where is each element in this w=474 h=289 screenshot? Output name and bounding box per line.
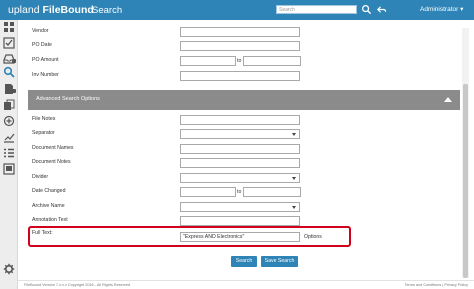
- grid-icon[interactable]: [3, 21, 15, 33]
- page-title: Search: [92, 5, 123, 16]
- document-badge: [12, 89, 16, 93]
- tray-badge: [12, 59, 16, 63]
- field-label-inv-number: Inv Number: [32, 72, 59, 78]
- plus-circle-icon[interactable]: [3, 115, 15, 127]
- date-changed-to-input[interactable]: [243, 187, 301, 197]
- gear-icon[interactable]: [3, 263, 15, 275]
- checklist-icon[interactable]: [3, 37, 15, 49]
- field-label-annotation-text: Annotation Text: [32, 217, 68, 223]
- sidebar: [0, 20, 18, 289]
- stamp-icon[interactable]: [3, 163, 15, 175]
- field-label-document-names: Document Names: [32, 145, 74, 151]
- chevron-down-icon: ▾: [460, 6, 464, 13]
- search-icon[interactable]: [3, 66, 15, 78]
- footer: FileBound Version 7.x.x.x Copyright 2016…: [18, 280, 474, 289]
- footer-links[interactable]: Terms and Conditions | Privacy Policy: [405, 282, 468, 288]
- global-search-input[interactable]: Search: [276, 5, 357, 14]
- document-notes-input[interactable]: [180, 158, 300, 168]
- field-label-full-text: Full Text:: [32, 230, 53, 236]
- brand-logo[interactable]: upland FileBound: [8, 3, 94, 17]
- field-label-date-changed: Date Changed: [32, 188, 66, 194]
- top-bar: upland FileBound Search Search Administr…: [0, 0, 474, 20]
- separator-select[interactable]: [180, 129, 300, 139]
- document-names-input[interactable]: [180, 144, 300, 154]
- chevron-down-icon: [292, 206, 296, 209]
- chevron-down-icon: [292, 133, 296, 136]
- field-label-divider: Divider: [32, 174, 49, 180]
- annotation-text-input[interactable]: [180, 216, 300, 226]
- vendor-input[interactable]: [180, 27, 300, 37]
- back-arrow-icon[interactable]: [376, 4, 387, 15]
- date-changed-to-label: to: [237, 189, 242, 195]
- chart-icon[interactable]: [3, 131, 15, 143]
- advanced-search-title: Advanced Search Options: [36, 96, 100, 102]
- search-button[interactable]: Search: [231, 256, 257, 267]
- brand-prefix: upland: [8, 4, 40, 16]
- scrollbar[interactable]: [462, 28, 469, 278]
- search-form: Vendor PO Date PO Amount to Inv Number A…: [18, 20, 460, 278]
- divider-select[interactable]: [180, 173, 300, 183]
- po-amount-from-input[interactable]: [180, 56, 236, 66]
- documents-icon[interactable]: [3, 99, 15, 111]
- field-label-archive-name: Archive Name: [32, 203, 65, 209]
- user-name: Administrator: [420, 6, 459, 13]
- file-notes-input[interactable]: [180, 115, 300, 125]
- field-label-vendor: Vendor: [32, 28, 49, 34]
- save-search-button[interactable]: Save Search: [261, 256, 298, 267]
- po-amount-to-label: to: [237, 58, 242, 64]
- field-label-po-amount: PO Amount: [32, 57, 59, 63]
- chevron-up-icon: [444, 97, 452, 102]
- brand-name: FileBound: [42, 4, 94, 16]
- date-changed-from-input[interactable]: [180, 187, 236, 197]
- po-amount-to-input[interactable]: [243, 56, 301, 66]
- scrollbar-thumb[interactable]: [463, 84, 468, 278]
- search-icon[interactable]: [361, 4, 372, 15]
- archive-name-select[interactable]: [180, 202, 300, 212]
- inv-number-input[interactable]: [180, 71, 300, 81]
- user-menu[interactable]: Administrator ▾: [420, 5, 463, 14]
- chevron-down-icon: [292, 177, 296, 180]
- full-text-input[interactable]: "Express AND Electronics": [180, 232, 300, 242]
- full-text-options-link[interactable]: Options: [304, 234, 322, 241]
- list-icon[interactable]: [3, 147, 15, 159]
- footer-copyright: FileBound Version 7.x.x.x Copyright 2016…: [24, 283, 131, 287]
- field-label-po-date: PO Date: [32, 42, 52, 48]
- field-label-document-notes: Document Notes: [32, 159, 71, 165]
- advanced-search-toggle[interactable]: Advanced Search Options: [28, 90, 460, 110]
- field-label-file-notes: File Notes: [32, 116, 56, 122]
- field-label-separator: Separator: [32, 130, 55, 136]
- po-date-input[interactable]: [180, 41, 300, 51]
